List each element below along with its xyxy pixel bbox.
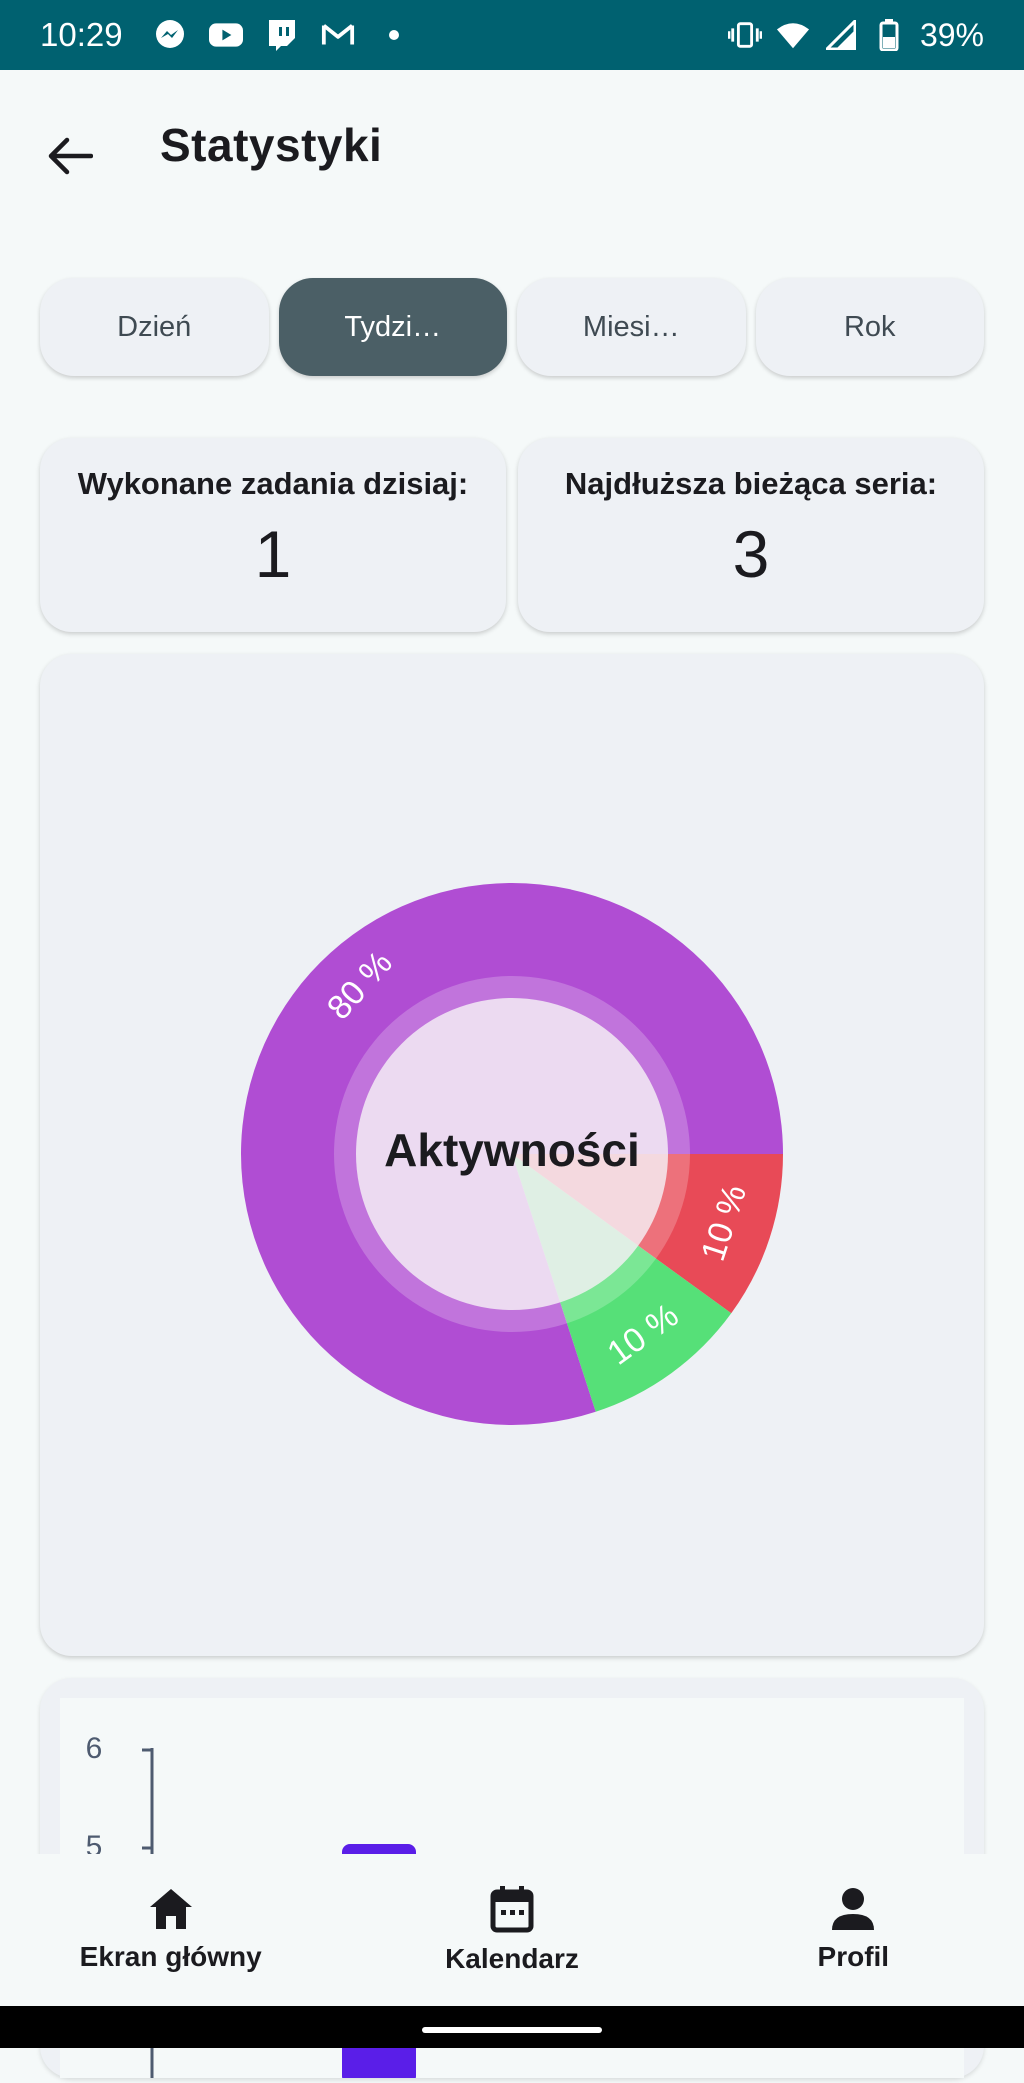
status-bar: 10:29 39%	[0, 0, 1024, 70]
tab-week[interactable]: Tydzi…	[278, 278, 507, 376]
nav-profile[interactable]: Profil	[683, 1854, 1024, 2006]
nav-home[interactable]: Ekran główny	[0, 1854, 341, 2006]
battery-percent: 39%	[919, 16, 984, 53]
nav-profile-label: Profil	[817, 1941, 890, 1972]
longest-streak-value: 3	[732, 517, 770, 591]
vibrate-icon	[727, 18, 762, 52]
tasks-today-value: 1	[254, 517, 292, 591]
tasks-today-card: Wykonane zadania dzisiaj: 1	[40, 438, 506, 632]
bottom-navigation: Ekran główny Kalendarz Profil	[0, 1854, 1024, 2006]
nav-calendar-label: Kalendarz	[445, 1943, 579, 1974]
tasks-today-label: Wykonane zadania dzisiaj:	[77, 466, 469, 501]
activities-pie-chart: 80 %10 %10 %Aktywności	[240, 883, 783, 1426]
bar-chart-ytick: 6	[86, 1732, 103, 1765]
nav-home-label: Ekran główny	[79, 1941, 262, 1972]
app-bar: Statystyki	[0, 70, 1024, 230]
page-title: Statystyki	[160, 119, 383, 171]
activities-chart-card: 80 % 10 % 10 % Aktywności	[40, 654, 984, 1656]
messenger-icon	[153, 18, 187, 52]
gesture-handle[interactable]	[422, 2027, 602, 2033]
tab-month[interactable]: Miesi…	[517, 278, 746, 376]
calendar-icon	[490, 1886, 534, 1933]
period-tabs: Dzień Tydzi… Miesi… Rok	[40, 278, 984, 378]
person-icon	[832, 1888, 875, 1930]
dot-icon	[377, 18, 411, 52]
battery-icon	[872, 18, 906, 52]
signal-icon	[824, 18, 858, 52]
nav-calendar[interactable]: Kalendarz	[341, 1854, 682, 2006]
wifi-icon	[776, 18, 810, 52]
gmail-icon	[321, 18, 355, 52]
tab-day[interactable]: Dzień	[40, 278, 269, 376]
arrow-back-icon	[48, 137, 93, 175]
youtube-icon	[208, 18, 243, 52]
longest-streak-card: Najdłuższa bieżąca seria: 3	[518, 438, 984, 632]
back-button[interactable]	[36, 122, 104, 190]
longest-streak-label: Najdłuższa bieżąca seria:	[564, 466, 938, 501]
pie-center-title: Aktywności	[384, 1124, 640, 1176]
tab-year[interactable]: Rok	[755, 278, 984, 376]
home-icon	[149, 1889, 192, 1929]
twitch-icon	[265, 18, 299, 52]
status-time: 10:29	[40, 16, 123, 53]
